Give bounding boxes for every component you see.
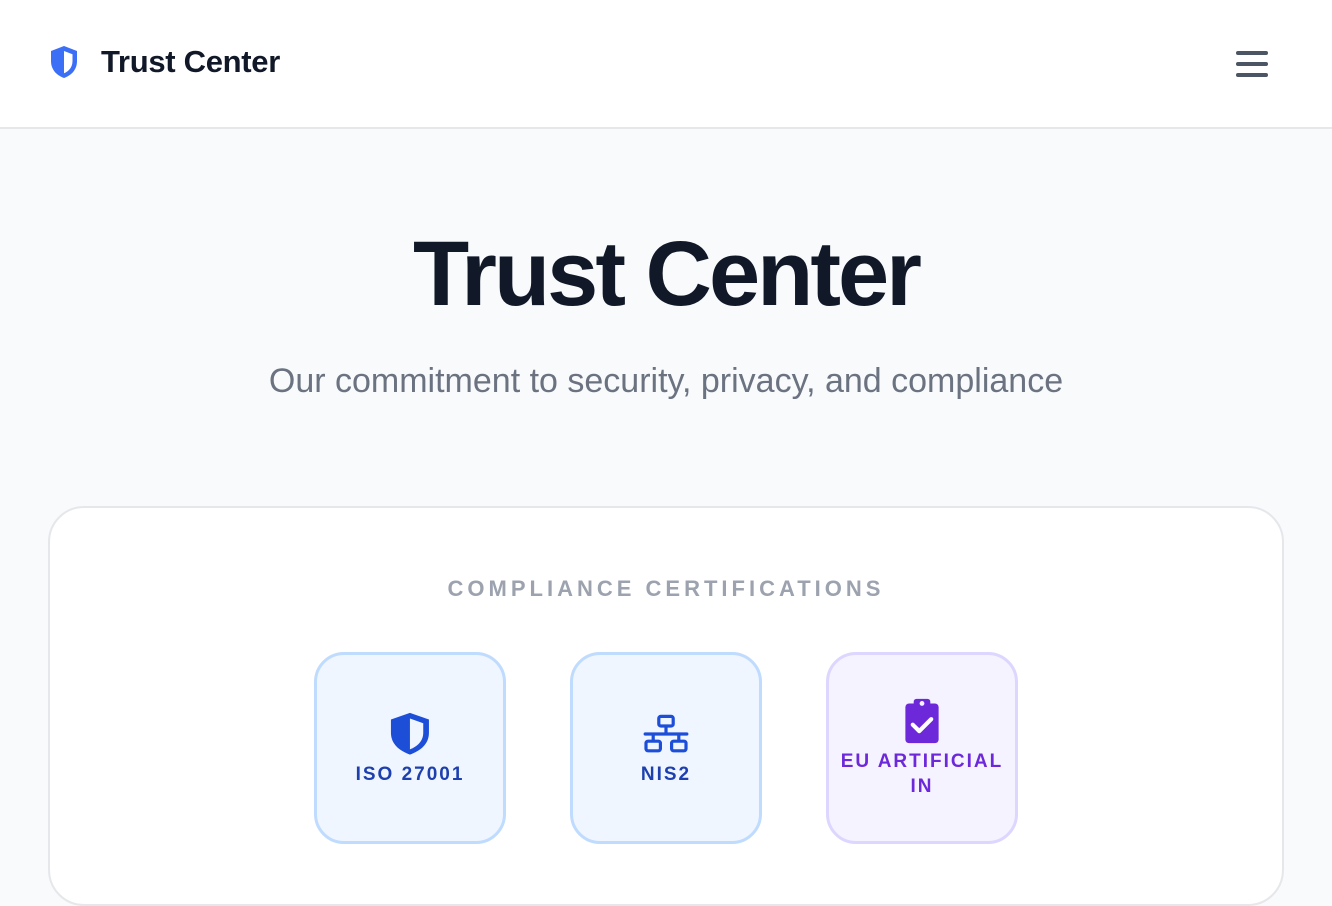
clipboard-check-icon: [905, 698, 939, 744]
shield-icon: [51, 46, 77, 78]
brand-home-link[interactable]: Trust Center: [48, 44, 280, 80]
certification-badge-nis2[interactable]: NIS2: [570, 652, 762, 844]
brand-name: Trust Center: [101, 44, 280, 79]
certification-label: NIS2: [640, 763, 692, 785]
hamburger-menu-button[interactable]: [1232, 44, 1272, 84]
page-title: Trust Center: [413, 223, 922, 325]
certification-label: EU ARTIFICIAL IN: [840, 751, 1004, 797]
certification-badge-iso-27001[interactable]: ISO 27001: [314, 652, 506, 844]
hamburger-menu-icon-line: [1236, 73, 1268, 77]
hamburger-menu-icon: [1236, 51, 1268, 55]
hamburger-menu-icon-line: [1236, 62, 1268, 66]
certification-badges: ISO 27001 NIS2 EU ARTIFICIAL IN: [314, 652, 1018, 844]
network-icon: [643, 714, 689, 752]
certification-label: ISO 27001: [355, 763, 465, 785]
top-navigation-bar: Trust Center: [0, 0, 1332, 129]
compliance-heading: COMPLIANCE CERTIFICATIONS: [447, 576, 885, 601]
shield-icon: [390, 712, 429, 755]
certification-badge-eu-artificial-intelligence[interactable]: EU ARTIFICIAL IN: [826, 652, 1018, 844]
page-subtitle: Our commitment to security, privacy, and…: [268, 362, 1064, 400]
